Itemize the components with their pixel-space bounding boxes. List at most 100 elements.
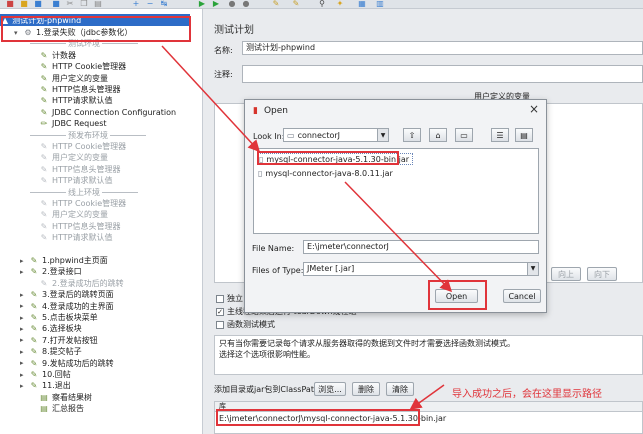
expand-toggle-icon[interactable]: ▸ bbox=[20, 336, 28, 344]
tree-item[interactable]: ✎ HTTP请求默认值 bbox=[30, 95, 113, 106]
expand-toggle-icon[interactable]: ▸ bbox=[20, 314, 28, 322]
clear-icon[interactable]: ✎ bbox=[270, 0, 282, 8]
tree-item[interactable]: ▸ ✎ 6.选择板块 bbox=[20, 323, 82, 334]
file-type-select[interactable]: JMeter [.jar] ▼ bbox=[303, 262, 539, 276]
start-no-pause-icon[interactable]: ▶ bbox=[210, 0, 222, 8]
collapse-icon[interactable]: − bbox=[144, 0, 156, 8]
details-view-button[interactable]: ▤ bbox=[515, 128, 533, 142]
move-up-button[interactable]: 向上 bbox=[551, 267, 581, 281]
copy-icon[interactable]: ❐ bbox=[78, 0, 90, 8]
tree-item[interactable]: ✎ 用户定义的变量 bbox=[30, 152, 108, 163]
tree-item[interactable]: ▤ 汇总报告 bbox=[30, 403, 84, 414]
highlight-box-tree bbox=[1, 16, 191, 42]
tree-item[interactable]: ✎ 用户定义的变量 bbox=[30, 209, 108, 220]
up-folder-button[interactable]: ⇧ bbox=[403, 128, 421, 142]
name-field[interactable]: 测试计划-phpwind bbox=[242, 41, 643, 55]
move-down-button[interactable]: 向下 bbox=[587, 267, 617, 281]
expand-toggle-icon[interactable]: ▸ bbox=[20, 302, 28, 310]
tree-item[interactable]: ✎ 计数器 bbox=[30, 50, 76, 61]
clear-button[interactable]: 清除 bbox=[386, 382, 414, 396]
delete-button[interactable]: 删除 bbox=[352, 382, 380, 396]
expand-toggle-icon[interactable]: ▸ bbox=[20, 257, 28, 265]
look-in-select[interactable]: ▭ connectorJ ▼ bbox=[283, 128, 389, 142]
reset-search-icon[interactable]: ✦ bbox=[334, 0, 346, 8]
functional-mode-checkbox[interactable]: 函数测试模式 bbox=[216, 319, 275, 330]
name-label: 名称: bbox=[214, 46, 233, 55]
file-item[interactable]: ▯ mysql-connector-java-8.0.11.jar bbox=[258, 167, 393, 179]
expand-toggle-icon[interactable]: ▸ bbox=[20, 348, 28, 356]
browse-button[interactable]: 浏览... bbox=[314, 382, 346, 396]
tree-item[interactable]: ▸ ✎ 7.打开发帖按钮 bbox=[20, 335, 98, 346]
tree-item-label: HTTP Cookie管理器 bbox=[52, 199, 127, 208]
tree-item[interactable]: ▸ ✎ 3.登录后的跳转页面 bbox=[20, 289, 114, 300]
expand-toggle-icon[interactable]: ▸ bbox=[20, 291, 28, 299]
tree-item-label: 5.点击板块菜单 bbox=[42, 313, 98, 322]
comment-field[interactable] bbox=[242, 65, 643, 83]
tree-item[interactable]: ✎ 2.登录成功后的跳转 bbox=[30, 278, 124, 289]
expand-toggle-icon[interactable]: ▸ bbox=[20, 268, 28, 276]
tree-item[interactable]: ▸ ✎ 5.点击板块菜单 bbox=[20, 312, 98, 323]
tree-item-label: 2.登录成功后的跳转 bbox=[52, 278, 124, 288]
tree-item[interactable]: ✎ HTTP Cookie管理器 bbox=[30, 198, 127, 209]
shutdown-icon[interactable]: ● bbox=[240, 0, 252, 8]
tree-item[interactable]: ✎ HTTP Cookie管理器 bbox=[30, 141, 127, 152]
tree-item-label: HTTP Cookie管理器 bbox=[52, 142, 127, 151]
tree-item[interactable]: ✎ HTTP Cookie管理器 bbox=[30, 61, 127, 72]
function-helper-icon[interactable]: ▦ bbox=[356, 0, 368, 8]
tree-item[interactable]: ▸ ✎ 1.phpwind主页面 bbox=[20, 255, 108, 266]
wrench-icon: ✎ bbox=[40, 153, 48, 163]
help-icon[interactable]: ▥ bbox=[374, 0, 386, 8]
tree-item[interactable]: ▸ ✎ 11.退出 bbox=[20, 380, 71, 391]
tree-item[interactable]: ✎ HTTP信息头管理器 bbox=[30, 84, 121, 95]
cut-icon[interactable]: ✂ bbox=[64, 0, 76, 8]
close-icon[interactable]: × bbox=[529, 102, 539, 116]
tree-item[interactable]: ✎ HTTP请求默认值 bbox=[30, 232, 113, 243]
wrench-icon: ✎ bbox=[40, 142, 48, 151]
expand-icon[interactable]: + bbox=[130, 0, 142, 8]
tree-item-label: HTTP Cookie管理器 bbox=[52, 62, 127, 72]
toggle-icon[interactable]: ↹ bbox=[158, 0, 170, 8]
start-icon[interactable]: ▶ bbox=[196, 0, 208, 8]
tree-item[interactable]: ✏ JDBC Request bbox=[30, 118, 107, 129]
tree-item[interactable]: ▸ ✎ 8.提交帖子 bbox=[20, 346, 82, 357]
test-plan-tree[interactable]: ▲ 测试计划-phpwind ▾ ⚙ 1.登录失败（jdbc参数化） 测试环境 ✎ 计数器… bbox=[0, 9, 203, 434]
tree-item-label: 10.回帖 bbox=[42, 370, 71, 379]
list-view-button[interactable]: ☰ bbox=[491, 128, 509, 142]
clear-all-icon[interactable]: ✎ bbox=[290, 0, 302, 8]
templates-icon[interactable]: ■ bbox=[18, 0, 30, 8]
new-folder-button[interactable]: ▭ bbox=[455, 128, 473, 142]
open-icon[interactable]: ■ bbox=[32, 0, 44, 8]
tree-item[interactable]: ✎ JDBC Connection Configuration bbox=[30, 107, 176, 118]
expand-toggle-icon[interactable]: ▸ bbox=[20, 325, 28, 333]
tree-item[interactable]: ▤ 察看结果树 bbox=[30, 392, 92, 403]
tree-item[interactable]: ▸ ✎ 10.回帖 bbox=[20, 369, 71, 380]
save-icon[interactable]: ■ bbox=[50, 0, 62, 8]
chevron-down-icon: ▼ bbox=[377, 129, 388, 141]
tree-item[interactable]: ▸ ✎ 4.登录成功的主界面 bbox=[20, 301, 114, 312]
tree-item[interactable]: ✎ HTTP信息头管理器 bbox=[30, 164, 121, 175]
dialog-title: Open bbox=[263, 106, 288, 116]
separator-line bbox=[30, 134, 66, 136]
expand-toggle-icon[interactable]: ▸ bbox=[20, 382, 28, 390]
home-button[interactable]: ⌂ bbox=[429, 128, 447, 142]
expand-toggle-icon[interactable]: ▸ bbox=[20, 359, 28, 367]
file-name-input[interactable]: E:\jmeter\connectorJ bbox=[303, 240, 539, 254]
tree-item-label: 3.登录后的跳转页面 bbox=[42, 290, 114, 300]
tree-separator[interactable]: 线上环境 bbox=[30, 187, 138, 198]
tree-item[interactable]: ✎ 用户定义的变量 bbox=[30, 73, 108, 84]
tree-item-label: HTTP信息头管理器 bbox=[52, 164, 121, 174]
search-icon[interactable]: ⚲ bbox=[316, 0, 328, 8]
tree-item[interactable]: ✎ HTTP信息头管理器 bbox=[30, 221, 121, 232]
file-list[interactable]: ▯ mysql-connector-java-5.1.30-bin.jar ▯ … bbox=[253, 148, 539, 234]
stop-icon[interactable]: ● bbox=[226, 0, 238, 8]
tree-item[interactable]: ▸ ✎ 2.登录接口 bbox=[20, 266, 82, 277]
paste-icon[interactable]: ▤ bbox=[92, 0, 104, 8]
wrench-icon: ✎ bbox=[40, 210, 48, 220]
expand-toggle-icon[interactable]: ▸ bbox=[20, 371, 28, 379]
new-icon[interactable]: ■ bbox=[4, 0, 16, 8]
independent-checkbox[interactable]: 独立 bbox=[216, 293, 243, 304]
cancel-button[interactable]: Cancel bbox=[503, 289, 541, 303]
tree-item[interactable]: ✎ HTTP请求默认值 bbox=[30, 175, 113, 186]
tree-item[interactable]: ▸ ✎ 9.发帖成功后的跳转 bbox=[20, 358, 114, 369]
tree-separator[interactable]: 预发布环境 bbox=[30, 130, 146, 141]
